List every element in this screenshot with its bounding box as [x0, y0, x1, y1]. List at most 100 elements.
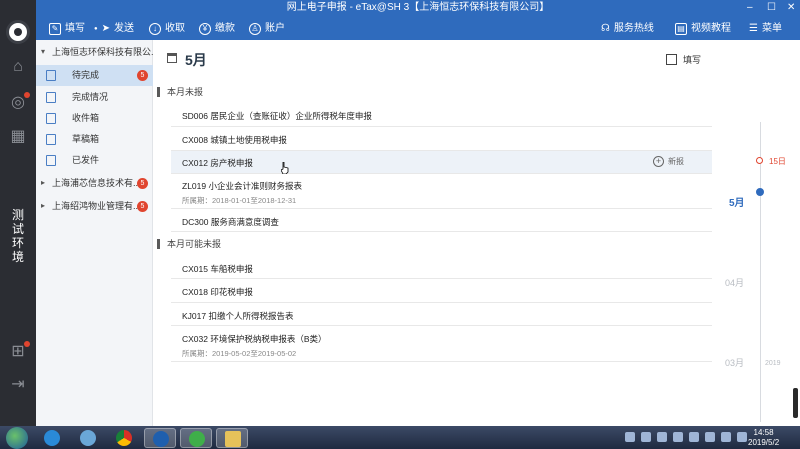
menu-button[interactable]: ☰ 菜单 [749, 21, 782, 37]
start-button[interactable] [6, 427, 28, 449]
clipboard-icon [46, 70, 56, 81]
list-item[interactable]: CX012 房产税申报 + 新报 [171, 151, 712, 174]
os-taskbar: 14:58 2019/5/2 [0, 426, 800, 449]
tray-icon[interactable] [641, 432, 651, 442]
timeline-month-current[interactable]: 5月 [729, 194, 745, 209]
user-icon: ♙ [249, 23, 261, 35]
tray-icon[interactable] [625, 432, 635, 442]
taskbar-ie[interactable] [36, 428, 68, 448]
taskbar-app[interactable] [72, 428, 104, 448]
environment-label: 测试环境 [11, 208, 24, 264]
section-header: 本月未报 [157, 87, 203, 97]
sent-icon [46, 155, 56, 166]
count-badge: 5 [137, 201, 148, 212]
hotline-button[interactable]: ☊ 服务热线 [601, 21, 654, 37]
taskbar-chrome[interactable] [108, 428, 140, 448]
receive-button[interactable]: ↓ 收取 [149, 21, 185, 37]
tray-icon[interactable] [737, 432, 747, 442]
grid-icon[interactable]: ▦ [8, 128, 28, 146]
sidebar-item-sent[interactable]: 已发件 [36, 150, 153, 171]
app-icon [189, 431, 205, 447]
send-button[interactable]: ● ➤ 发送 [94, 21, 134, 37]
deadline-marker [756, 157, 763, 164]
taskbar-etax[interactable] [144, 428, 176, 448]
app-window: ⌂ ◎ ▦ 测试环境 ⊞ ⇥ 网上电子申报 - eTax@SH 3【上海恒志环保… [0, 0, 800, 426]
toolbar: ✎ 填写 ● ➤ 发送 ↓ 收取 ¥ 缴款 ♙ 账户 ☊ 服务热线 ▤ 视频教程… [36, 18, 800, 40]
hand-cursor-icon [281, 162, 289, 174]
main-content: 5月 填写 本月未报 SD006 居民企业（查账征收）企业所得税年度申报 CX0… [153, 40, 723, 426]
download-icon: ↓ [149, 23, 161, 35]
edit-icon [666, 54, 677, 65]
company-item[interactable]: ▸ 上海绍鸿物业管理有... 5 [36, 195, 153, 217]
sidebar-item-status[interactable]: 完成情况 [36, 87, 153, 108]
list-item[interactable]: CX015 车船税申报 [171, 256, 712, 279]
list-item[interactable]: CX008 城镇土地使用税申报 [171, 127, 712, 151]
list-item[interactable]: CX032 环境保护税纳税申报表（B类） 所属期：2019-05-02至2019… [171, 326, 712, 362]
sidebar-item-drafts[interactable]: 草稿箱 [36, 129, 153, 150]
new-report-button[interactable]: + 新报 [653, 156, 684, 167]
etax-icon [153, 431, 169, 447]
timeline-month-prev[interactable]: 03月 [725, 356, 744, 369]
deadline-label: 15日 [769, 157, 786, 166]
tray-icon[interactable] [673, 432, 683, 442]
notification-dot [24, 92, 30, 98]
timeline-axis [760, 122, 761, 422]
scrollbar-thumb[interactable] [793, 388, 798, 418]
top-bar: 网上电子申报 - eTax@SH 3【上海恒志环保科技有限公司】 – ☐ ✕ ✎… [36, 0, 800, 40]
taskbar-clock[interactable]: 14:58 2019/5/2 [748, 428, 779, 448]
timeline-year: 2019 [765, 360, 781, 367]
dot-icon: ● [94, 26, 98, 32]
list-item[interactable]: ZL019 小企业会计准则财务报表 所属期：2018-01-01至2018-12… [171, 174, 712, 209]
tray-icon[interactable] [721, 432, 731, 442]
count-badge: 5 [137, 70, 148, 81]
taskbar-explorer[interactable] [216, 428, 248, 448]
fill-form-button[interactable]: 填写 [666, 53, 701, 66]
close-button[interactable]: ✕ [787, 2, 795, 13]
drafts-icon [46, 134, 56, 145]
month-timeline: 15日 5月 04月 03月 2019 [723, 40, 800, 426]
fill-button[interactable]: ✎ 填写 [49, 21, 85, 37]
list-item[interactable]: DC300 服务商满意度调查 [171, 209, 712, 232]
sidebar-item-inbox[interactable]: 收件箱 [36, 108, 153, 129]
chevron-right-icon: ▸ [41, 178, 46, 187]
list-item[interactable]: KJ017 扣缴个人所得税报告表 [171, 303, 712, 326]
maximize-button[interactable]: ☐ [767, 2, 776, 13]
plus-icon: + [653, 156, 664, 167]
list-item[interactable]: SD006 居民企业（查账征收）企业所得税年度申报 [171, 103, 712, 127]
home-icon[interactable]: ⌂ [8, 58, 28, 76]
page-title: 5月 [185, 52, 207, 68]
menu-icon: ☰ [749, 23, 758, 34]
account-button[interactable]: ♙ 账户 [249, 21, 285, 37]
left-nav-bar: ⌂ ◎ ▦ 测试环境 ⊞ ⇥ [0, 0, 36, 426]
timeline-month-prev[interactable]: 04月 [725, 276, 744, 289]
folder-icon [225, 431, 241, 447]
company-sidebar: ▾ 上海恒志环保科技有限公... 待完成 5 完成情况 收件箱 草稿箱 已发件 … [36, 40, 153, 426]
app-icon [80, 430, 96, 446]
company-item[interactable]: ▾ 上海恒志环保科技有限公... [36, 41, 153, 63]
tray-icon[interactable] [689, 432, 699, 442]
current-month-marker [756, 188, 764, 196]
chart-icon [46, 92, 56, 103]
company-item[interactable]: ▸ 上海浦芯信息技术有... 5 [36, 172, 153, 194]
list-item[interactable]: CX018 印花税申报 [171, 279, 712, 303]
chevron-right-icon: ▸ [41, 201, 46, 210]
tutorial-button[interactable]: ▤ 视频教程 [675, 21, 731, 37]
chrome-icon [116, 430, 132, 446]
yen-icon: ¥ [199, 23, 211, 35]
compass-icon[interactable]: ◎ [8, 92, 30, 112]
payment-button[interactable]: ¥ 缴款 [199, 21, 235, 37]
sidebar-item-pending[interactable]: 待完成 5 [36, 65, 153, 86]
headset-icon: ☊ [601, 23, 610, 34]
minimize-button[interactable]: – [747, 2, 753, 13]
section-header: 本月可能未报 [157, 239, 221, 249]
notification-dot [24, 341, 30, 347]
browser-icon [44, 430, 60, 446]
video-icon: ▤ [675, 23, 687, 35]
calendar-icon [167, 53, 177, 63]
taskbar-app[interactable] [180, 428, 212, 448]
logout-icon[interactable]: ⇥ [8, 376, 28, 394]
apps-icon[interactable]: ⊞ [8, 341, 30, 361]
tray-icon[interactable] [705, 432, 715, 442]
system-tray [625, 432, 747, 442]
tray-icon[interactable] [657, 432, 667, 442]
